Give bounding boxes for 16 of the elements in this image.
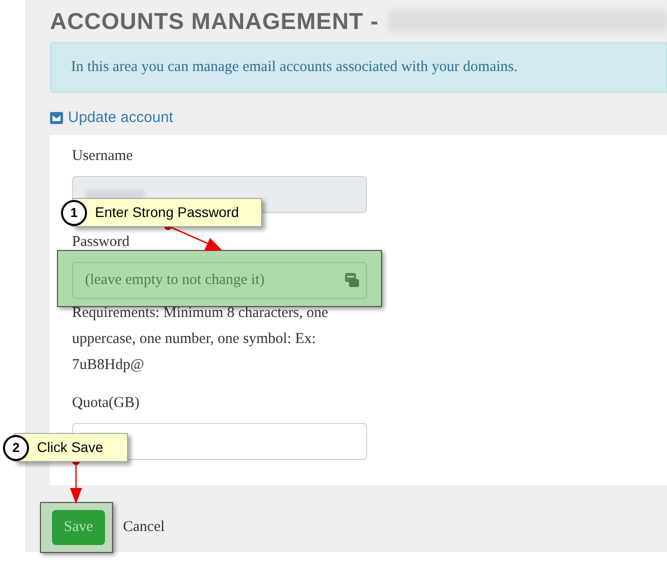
- blurred-value: [85, 190, 145, 200]
- callout-text: Enter Strong Password: [95, 203, 239, 222]
- cancel-link[interactable]: Cancel: [123, 516, 165, 538]
- field-label: Username: [72, 147, 133, 166]
- save-button[interactable]: Save: [52, 510, 105, 544]
- info-message: In this area you can manage email accounts associated with your domains.: [71, 58, 518, 78]
- password-field[interactable]: (leave empty to not change it): [72, 262, 367, 299]
- password-requirements: Requirements: Minimum 8 characters, one uppercase, one number, one symbol: Ex: 7uB8Hdp@: [72, 304, 330, 375]
- callout-text: Click Save: [37, 438, 104, 457]
- step-number: 1: [61, 200, 87, 226]
- page-title: ACCOUNTS MANAGEMENT -: [50, 6, 379, 36]
- field-label: Password: [72, 233, 130, 252]
- step-number: 2: [3, 434, 29, 460]
- update-account-link[interactable]: Update account: [68, 106, 174, 130]
- envelope-icon: [50, 112, 63, 124]
- field-label: Quota(GB): [72, 394, 140, 413]
